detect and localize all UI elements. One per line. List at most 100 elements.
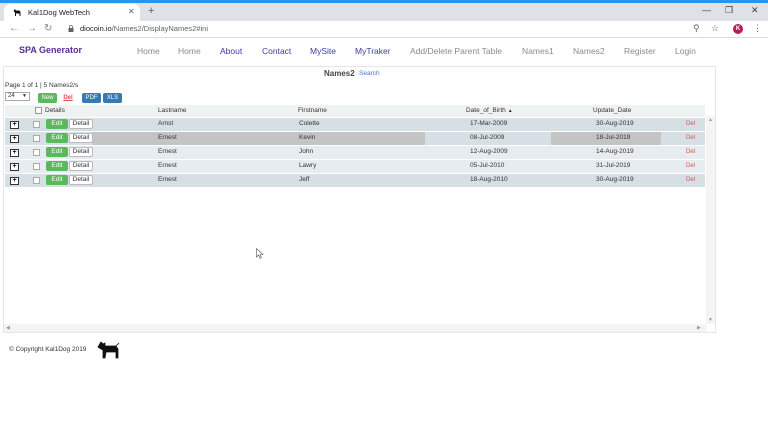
brand-logo-text[interactable]: SPA Generator xyxy=(19,45,82,55)
cell-update-date: 30-Aug-2019 xyxy=(596,120,634,127)
zoom-icon[interactable]: ⚲ xyxy=(693,23,700,34)
detail-button[interactable]: Detail xyxy=(69,175,93,185)
table-row[interactable]: + Edit Detail Ernest Lawry 05-Jul-2010 3… xyxy=(5,160,705,173)
vertical-scrollbar[interactable]: ▲ ▼ xyxy=(706,116,715,324)
dog-logo-icon xyxy=(97,341,120,359)
url-text: diocoin.io/Names2/DisplayNames2#ini xyxy=(80,24,208,33)
cell-lastname: Arnst xyxy=(158,120,174,127)
cell-date-of-birth: 17-Mar-2009 xyxy=(470,120,508,127)
browser-tab-bar: Kal1Dog WebTech ✕ + — ❐ ✕ xyxy=(0,0,768,21)
row-checkbox[interactable] xyxy=(33,121,40,128)
table-row-selected[interactable]: + Edit Detail Ernest Kevin 08-Jul-2009 1… xyxy=(5,132,705,145)
window-close-icon[interactable]: ✕ xyxy=(751,5,759,15)
select-all-checkbox[interactable] xyxy=(35,107,42,114)
nav-link-mytraker[interactable]: MyTraker xyxy=(355,46,391,56)
scroll-left-icon[interactable]: ◀ xyxy=(6,325,10,331)
nav-link-mysite[interactable]: MySite xyxy=(310,46,336,56)
expand-row-icon[interactable]: + xyxy=(10,135,19,143)
detail-button[interactable]: Detail xyxy=(69,147,93,157)
nav-link-register[interactable]: Register xyxy=(624,46,656,56)
expand-row-icon[interactable]: + xyxy=(10,149,19,157)
row-delete-link[interactable]: Del xyxy=(686,177,695,183)
minimize-icon[interactable]: — xyxy=(702,5,711,15)
edit-button[interactable]: Edit xyxy=(46,133,68,143)
expand-row-icon[interactable]: + xyxy=(10,163,19,171)
row-delete-link[interactable]: Del xyxy=(686,135,695,141)
lock-icon xyxy=(68,25,74,32)
cell-update-date: 30-Aug-2019 xyxy=(596,176,634,183)
url-host: diocoin.io xyxy=(80,24,112,33)
new-tab-button[interactable]: + xyxy=(148,4,154,18)
cell-lastname: Ernest xyxy=(158,162,177,169)
column-header-date-of-birth[interactable]: Date_of_Birth ▲ xyxy=(466,107,513,114)
scroll-right-icon[interactable]: ▶ xyxy=(697,325,701,331)
url-field[interactable]: diocoin.io/Names2/DisplayNames2#ini xyxy=(62,22,722,36)
sort-ascending-icon: ▲ xyxy=(507,108,513,114)
browser-tab[interactable]: Kal1Dog WebTech ✕ xyxy=(4,4,140,21)
edit-button[interactable]: Edit xyxy=(46,119,68,129)
back-icon[interactable]: ← xyxy=(9,23,19,35)
detail-button[interactable]: Detail xyxy=(69,119,93,129)
restore-icon[interactable]: ❐ xyxy=(725,5,733,15)
table-row[interactable]: + Edit Detail Arnst Colette 17-Mar-2009 … xyxy=(5,118,705,131)
column-header-update-date[interactable]: Update_Date xyxy=(593,107,631,114)
scroll-down-icon[interactable]: ▼ xyxy=(708,317,713,323)
horizontal-scrollbar[interactable]: ◀ ▶ xyxy=(4,324,706,332)
forward-icon[interactable]: → xyxy=(27,23,37,35)
export-pdf-button[interactable]: PDF xyxy=(82,93,101,103)
nav-link-names1[interactable]: Names1 xyxy=(522,46,554,56)
column-header-date-of-birth-label: Date_of_Birth xyxy=(466,107,506,114)
profile-avatar[interactable]: K xyxy=(733,24,743,34)
nav-link-home[interactable]: Home xyxy=(137,46,160,56)
row-checkbox[interactable] xyxy=(33,163,40,170)
cell-update-date: 31-Jul-2019 xyxy=(596,162,631,169)
cell-lastname: Ernest xyxy=(158,134,177,141)
nav-link-login[interactable]: Login xyxy=(675,46,696,56)
reload-icon[interactable]: ↻ xyxy=(44,23,52,35)
cell-lastname: Ernest xyxy=(158,148,177,155)
footer-copyright: © Copyright Kal1Dog 2019 xyxy=(9,346,87,353)
expand-row-icon[interactable]: + xyxy=(10,177,19,185)
edit-button[interactable]: Edit xyxy=(46,161,68,171)
cell-firstname: Lawry xyxy=(299,162,317,169)
nav-link-add-delete-parent-table[interactable]: Add/Delete Parent Table xyxy=(410,46,502,56)
nav-link-names2[interactable]: Names2 xyxy=(573,46,605,56)
row-delete-link[interactable]: Del xyxy=(686,121,695,127)
row-delete-link[interactable]: Del xyxy=(686,149,695,155)
edit-button[interactable]: Edit xyxy=(46,175,68,185)
cell-update-date: 14-Aug-2019 xyxy=(596,148,634,155)
dog-favicon-icon xyxy=(13,9,21,16)
column-header-firstname[interactable]: Firstname xyxy=(298,107,327,114)
table-row[interactable]: + Edit Detail Ernest John 12-Aug-2009 14… xyxy=(5,146,705,159)
row-highlight xyxy=(92,132,425,145)
grid-search-link[interactable]: Search xyxy=(359,70,380,77)
row-checkbox[interactable] xyxy=(33,177,40,184)
scroll-up-icon[interactable]: ▲ xyxy=(708,117,713,123)
nav-link-contact[interactable]: Contact xyxy=(262,46,291,56)
row-checkbox[interactable] xyxy=(33,135,40,142)
row-delete-link[interactable]: Del xyxy=(686,163,695,169)
row-checkbox[interactable] xyxy=(33,149,40,156)
menu-icon[interactable]: ⋮ xyxy=(753,23,762,34)
new-button[interactable]: New xyxy=(38,93,57,103)
page-size-select[interactable]: 24 ▼ xyxy=(5,92,30,101)
delete-selected-button[interactable]: Del xyxy=(62,93,74,103)
edit-button[interactable]: Edit xyxy=(46,147,68,157)
nav-link-home-2[interactable]: Home xyxy=(178,46,201,56)
cell-lastname: Ernest xyxy=(158,176,177,183)
star-icon[interactable]: ☆ xyxy=(711,23,719,34)
cell-update-date: 18-Jul-2019 xyxy=(596,134,631,141)
detail-button[interactable]: Detail xyxy=(69,133,93,143)
table-row[interactable]: + Edit Detail Ernest Jeff 18-Aug-2010 30… xyxy=(5,174,705,187)
cell-firstname: John xyxy=(299,148,314,155)
address-bar: ← → ↻ diocoin.io/Names2/DisplayNames2#in… xyxy=(0,21,768,38)
cell-firstname: Kevin xyxy=(299,134,316,141)
tab-bar-accent xyxy=(0,0,768,3)
export-xls-button[interactable]: XLS xyxy=(103,93,122,103)
detail-button[interactable]: Detail xyxy=(69,161,93,171)
cell-date-of-birth: 18-Aug-2010 xyxy=(470,176,508,183)
column-header-lastname[interactable]: Lastname xyxy=(158,107,187,114)
tab-close-icon[interactable]: ✕ xyxy=(128,7,135,16)
nav-link-about[interactable]: About xyxy=(220,46,242,56)
expand-row-icon[interactable]: + xyxy=(10,121,19,129)
